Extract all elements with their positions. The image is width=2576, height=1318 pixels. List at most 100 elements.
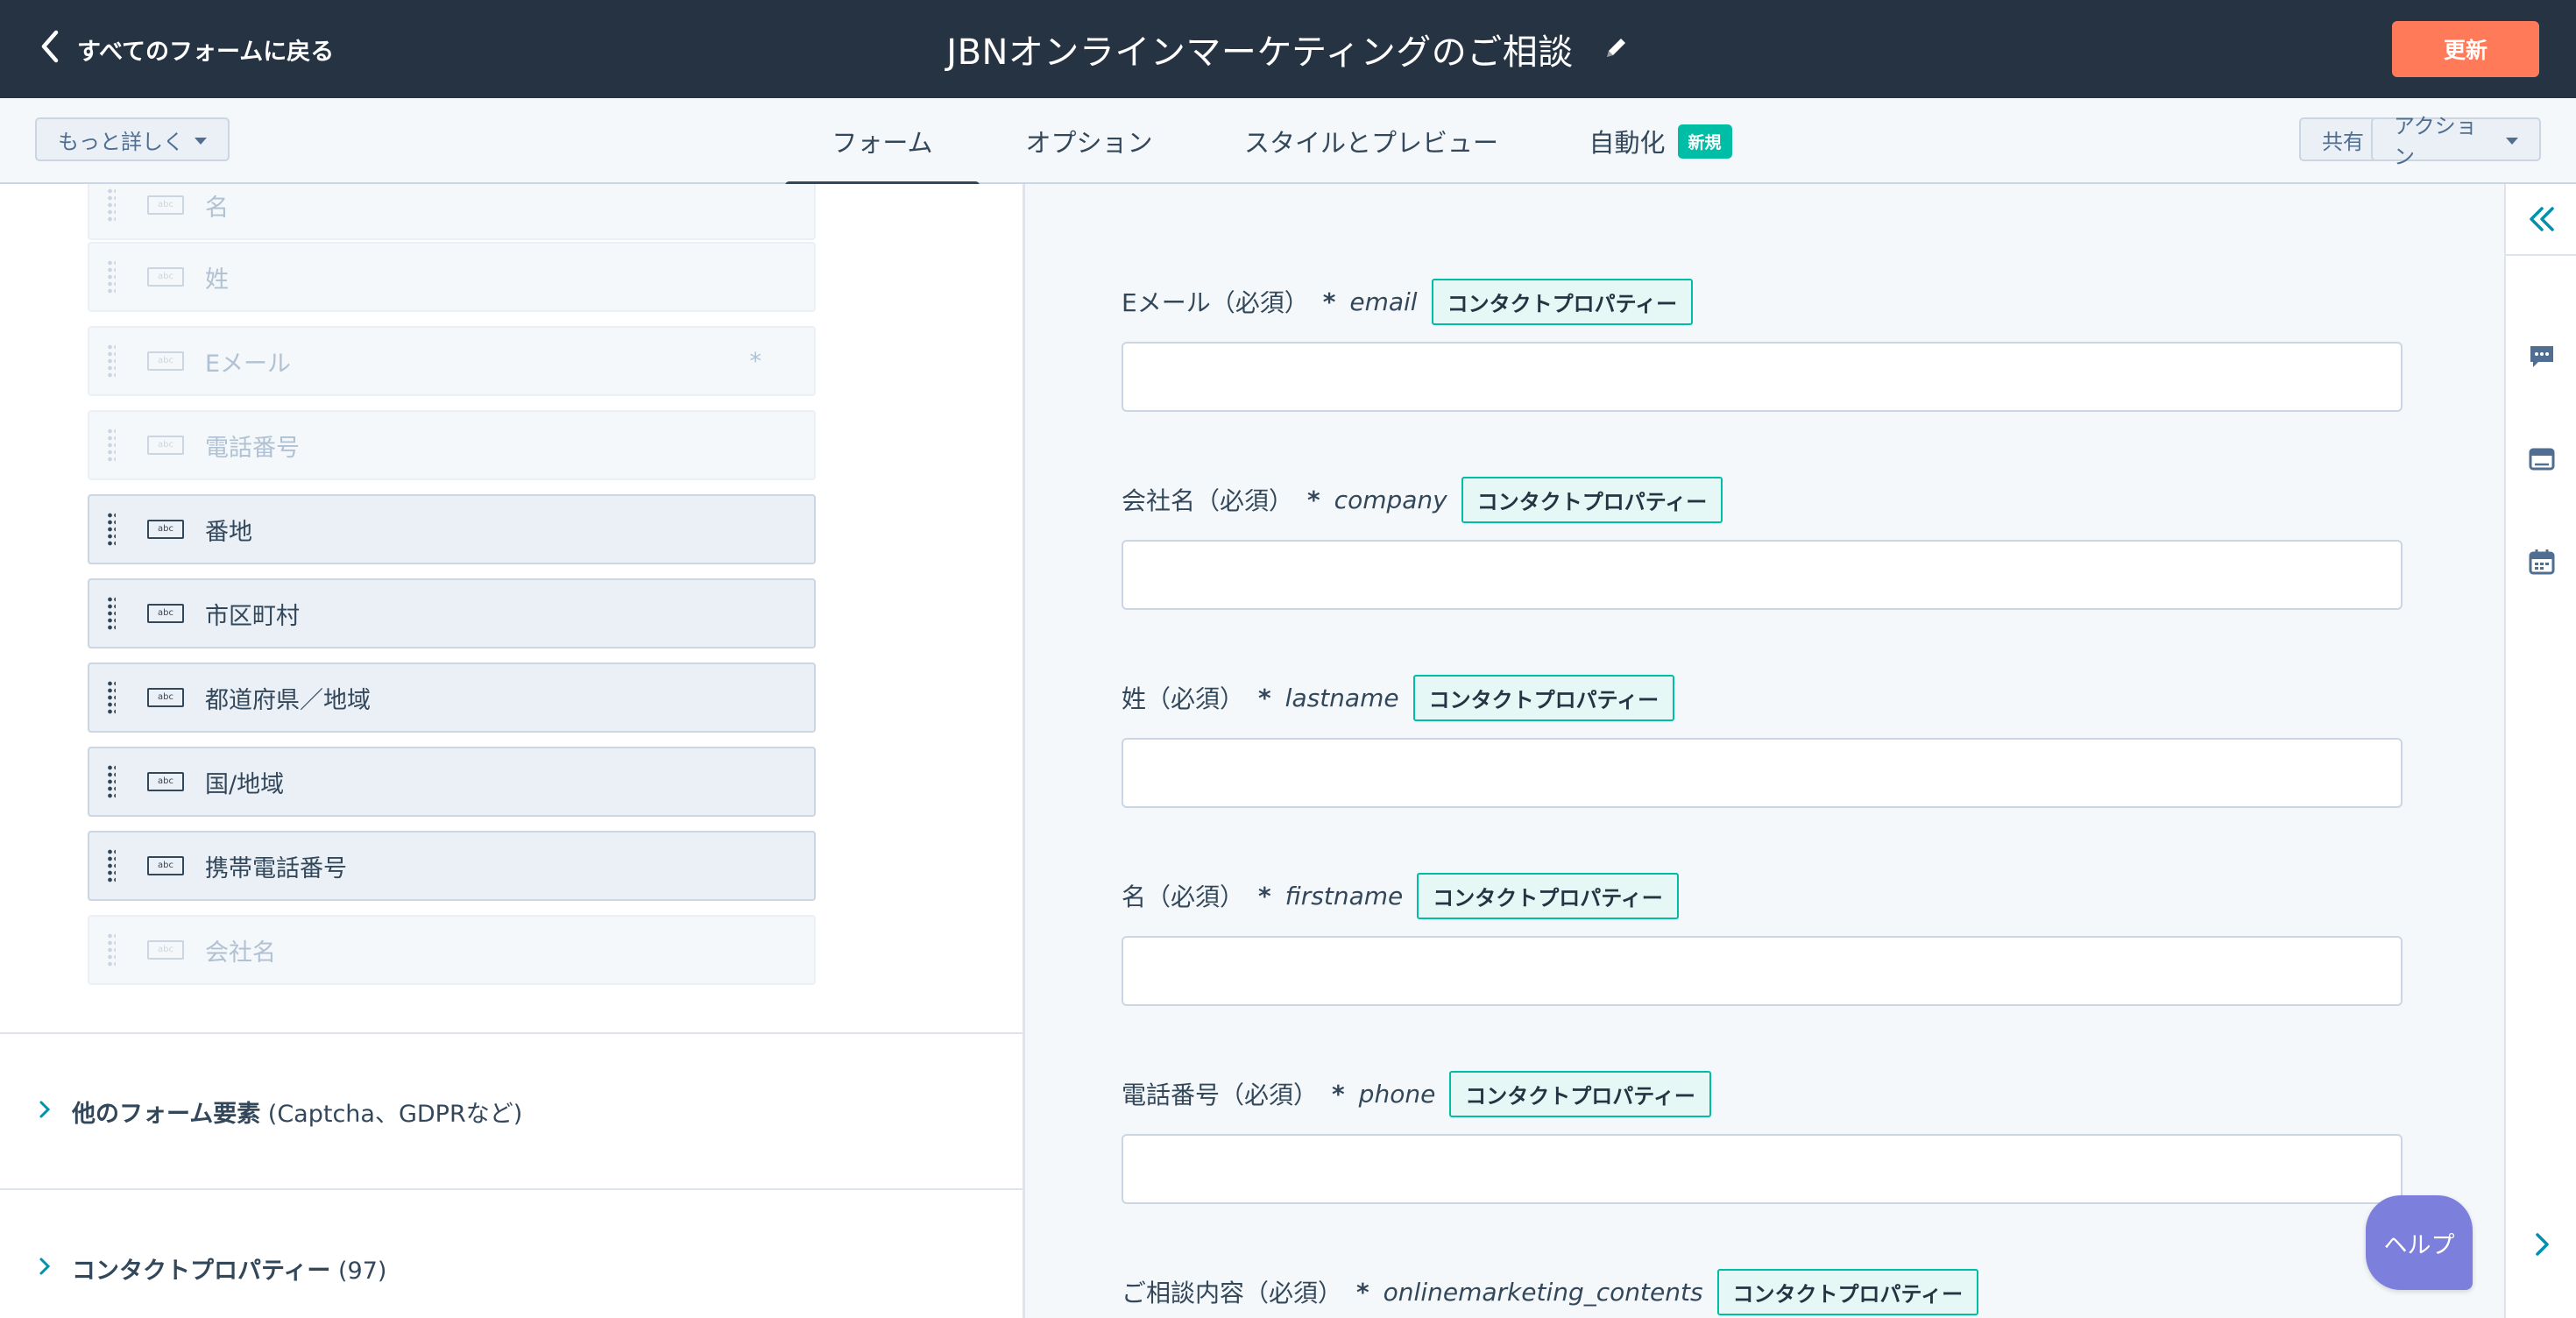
field-item: abc 名 [88,184,816,240]
drag-handle-icon[interactable] [107,680,116,715]
required-star: * [1322,287,1336,316]
help-label: ヘルプ [2383,1231,2455,1259]
preview-field-label: 会社名（必須） [1122,486,1294,515]
text-field-icon: abc [147,772,184,791]
preview-input-email[interactable] [1122,342,2403,412]
tab-label: 自動化 [1589,128,1666,158]
contact-property-badge: コンタクトプロパティー [1417,872,1679,919]
field-label: 名 [205,194,229,222]
preview-input-firstname[interactable] [1122,936,2403,1006]
contact-properties-section[interactable]: コンタクトプロパティー (97) [39,1246,386,1290]
actions-dropdown[interactable]: アクション [2371,114,2541,169]
right-sidebar-rail [2504,184,2576,1318]
preview-field-label-row[interactable]: 名（必須） * firstname コンタクトプロパティー [1122,872,1679,919]
property-name: company [1334,485,1447,514]
tab-style-preview[interactable]: スタイルとプレビュー [1227,98,1516,184]
field-item[interactable]: abc 都道府県／地域 [88,663,816,733]
text-field-icon: abc [147,688,184,707]
chevron-right-icon [39,1255,51,1282]
field-label: 番地 [205,518,252,546]
property-name: firstname [1284,881,1404,911]
other-form-elements-section[interactable]: 他のフォーム要素 (Captcha、GDPRなど) [39,1089,522,1133]
tab-automation[interactable]: 自動化 新規 [1568,98,1752,184]
form-preview: Eメール（必須） * email コンタクトプロパティー 会社名（必須） * c… [1025,184,2504,1318]
required-star: * [1332,1079,1345,1109]
preview-field-label-row[interactable]: 会社名（必須） * company コンタクトプロパティー [1122,476,1723,523]
collapse-double-chevron-icon[interactable] [2506,184,2576,256]
property-name: onlinemarketing_contents [1383,1277,1703,1307]
divider [0,1032,1023,1034]
field-label: 市区町村 [205,602,300,630]
chevron-right-icon[interactable] [2506,1218,2576,1271]
preview-input-lastname[interactable] [1122,738,2403,808]
text-field-icon: abc [147,940,184,960]
drag-handle-icon [107,428,116,463]
field-item[interactable]: abc 番地 [88,494,816,564]
tab-label: オプション [1025,128,1153,158]
section-detail: (97) [337,1257,387,1285]
preview-field-label: Eメール（必須） [1122,288,1309,317]
property-name: phone [1358,1079,1436,1109]
preview-field-label-row[interactable]: 電話番号（必須） * phone コンタクトプロパティー [1122,1070,1711,1117]
preview-field-label-row[interactable]: 姓（必須） * lastname コンタクトプロパティー [1122,674,1675,721]
field-label: 電話番号 [205,434,300,462]
section-title: 他のフォーム要素 [72,1100,261,1128]
field-label: 国/地域 [205,770,285,798]
form-title-group: JBNオンラインマーケティングのご相談 [0,21,2576,77]
required-star: * [1356,1277,1369,1307]
preview-field-label: 電話番号（必須） [1122,1081,1319,1109]
tab-label: フォーム [832,128,933,158]
text-field-icon: abc [147,520,184,539]
section-title: コンタクトプロパティー [72,1257,331,1285]
actions-label: アクション [2394,114,2477,169]
preview-input-company[interactable] [1122,540,2403,610]
required-star: * [1307,485,1320,514]
field-label: 会社名 [205,939,276,967]
chat-icon[interactable] [2506,330,2576,383]
contact-property-badge: コンタクトプロパティー [1461,476,1723,523]
tab-options[interactable]: オプション [1008,98,1171,184]
caret-down-icon [195,138,207,145]
form-title[interactable]: JBNオンラインマーケティングのご相談 [946,24,1573,74]
field-label: 都道府県／地域 [205,686,371,714]
divider [0,1188,1023,1190]
drag-handle-icon[interactable] [107,764,116,799]
required-star: * [1258,683,1271,712]
section-detail: (Captcha、GDPRなど) [267,1100,523,1128]
contact-property-badge: コンタクトプロパティー [1431,278,1694,325]
field-item: abc 電話番号 [88,410,816,480]
field-item[interactable]: abc 市区町村 [88,578,816,648]
field-item[interactable]: abc 国/地域 [88,747,816,817]
tab-form[interactable]: フォーム [785,98,980,189]
field-label: 姓 [205,266,229,294]
property-name: lastname [1284,683,1399,712]
field-item: abc Eメール * [88,326,816,396]
more-details-dropdown[interactable]: もっと詳しく [35,117,230,161]
browser-window-icon[interactable] [2506,433,2576,485]
calendar-icon[interactable] [2506,535,2576,588]
drag-handle-icon[interactable] [107,848,116,883]
text-field-icon: abc [147,195,184,215]
preview-field-label: ご相談内容（必須） [1122,1279,1343,1307]
field-item[interactable]: abc 携帯電話番号 [88,831,816,901]
drag-handle-icon[interactable] [107,596,116,631]
tab-label: スタイルとプレビュー [1243,128,1498,158]
text-field-icon: abc [147,267,184,287]
drag-handle-icon [107,344,116,379]
preview-field-label-row[interactable]: ご相談内容（必須） * onlinemarketing_contents コンタ… [1122,1268,1979,1315]
drag-handle-icon[interactable] [107,512,116,547]
preview-field-label: 名（必須） [1122,882,1245,911]
pencil-icon[interactable] [1603,34,1630,64]
top-nav-bar: すべてのフォームに戻る JBNオンラインマーケティングのご相談 更新 [0,0,2576,98]
tab-bar: もっと詳しく フォーム オプション スタイルとプレビュー 自動化 新規 共有 ア… [0,98,2576,189]
field-label: 携帯電話番号 [205,854,347,882]
preview-input-phone[interactable] [1122,1134,2403,1204]
required-star: * [749,347,762,375]
text-field-icon: abc [147,604,184,623]
help-button[interactable]: ヘルプ [2366,1195,2473,1290]
contact-property-badge: コンタクトプロパティー [1412,674,1675,721]
preview-field-label-row[interactable]: Eメール（必須） * email コンタクトプロパティー [1122,278,1694,325]
update-button[interactable]: 更新 [2392,21,2539,77]
new-badge: 新規 [1677,124,1732,159]
preview-field-label: 姓（必須） [1122,684,1245,713]
